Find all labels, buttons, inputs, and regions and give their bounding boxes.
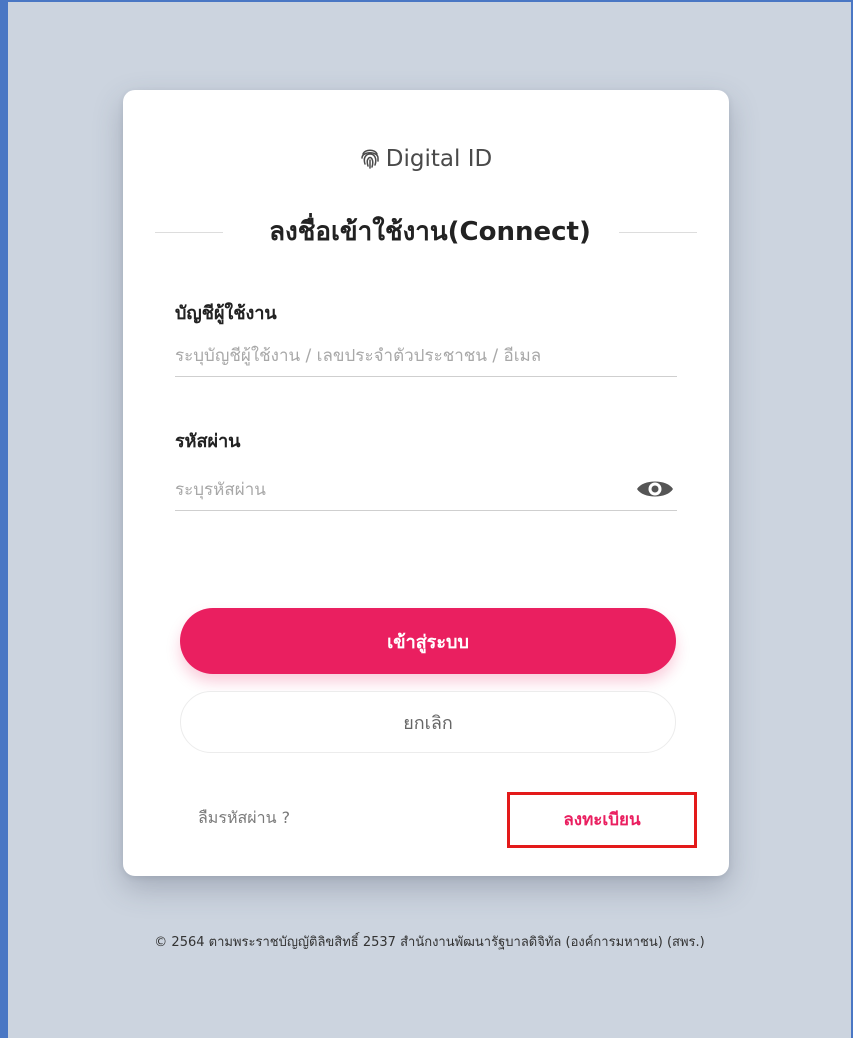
password-underline-extension [625,510,677,511]
copyright-footer: © 2564 ตามพระราชบัญญัติลิขสิทธิ์ 2537 สำ… [154,935,705,950]
username-input[interactable] [175,336,677,377]
fingerprint-icon [360,147,380,177]
form-title-row: ลงชื่อเข้าใช้งาน(Connect) [155,212,697,252]
register-link[interactable]: ลงทะเบียน [510,808,694,832]
cancel-button[interactable]: ยกเลิก [180,691,676,753]
login-card: Digital ID ลงชื่อเข้าใช้งาน(Connect) บัญ… [123,90,729,876]
window-frame: Digital ID ลงชื่อเข้าใช้งาน(Connect) บัญ… [0,0,853,1038]
title-divider-right [619,232,697,233]
brand-header: Digital ID [123,144,729,177]
brand-name: Digital ID [385,146,493,172]
password-label: รหัสผ่าน [175,431,241,452]
eye-icon[interactable] [635,476,675,502]
login-button[interactable]: เข้าสู่ระบบ [180,608,676,674]
password-input[interactable] [175,470,625,511]
forgot-password-link[interactable]: ลืมรหัสผ่าน ? [198,806,290,830]
register-highlight-box: ลงทะเบียน [507,792,697,848]
title-divider-left [155,232,223,233]
username-label: บัญชีผู้ใช้งาน [175,303,277,324]
form-title: ลงชื่อเข้าใช้งาน(Connect) [269,217,591,247]
